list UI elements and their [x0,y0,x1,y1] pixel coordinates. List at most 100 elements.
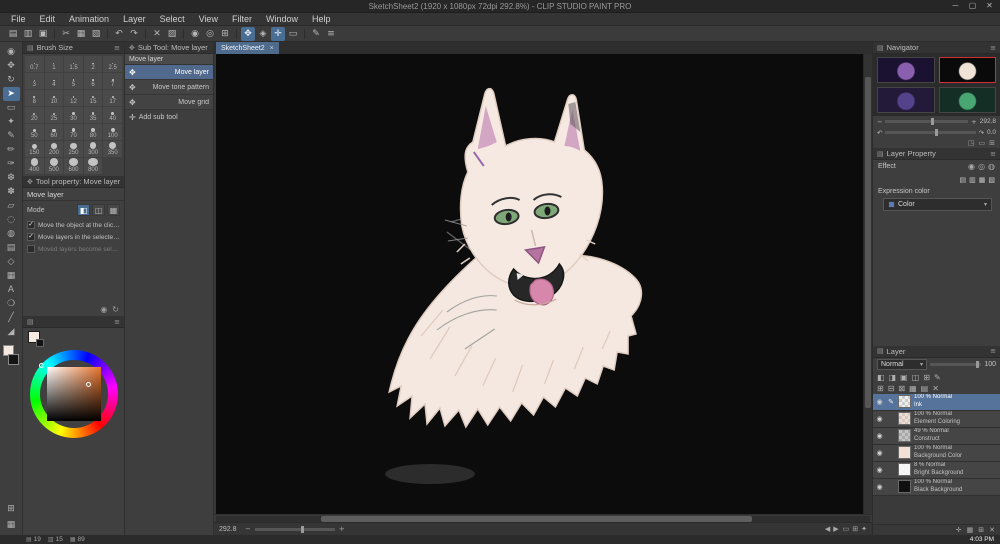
tool-rotate[interactable]: ↻ [3,73,20,87]
tool-figure[interactable]: ◇ [3,255,20,269]
layer-property-menu-icon[interactable]: ≡ [990,150,996,158]
brush-size-50[interactable]: 50 [25,124,44,140]
layer-icon-r1-5[interactable]: ⊞ [923,373,930,382]
horizontal-scrollbar[interactable] [214,514,872,522]
brush-size-1[interactable]: 1 [44,56,64,72]
visibility-eye-icon[interactable]: ◉ [875,415,884,423]
layer-thumbnail[interactable] [898,480,911,493]
snap-special-icon[interactable]: ✛ [271,26,285,41]
layer-row-element-coloring[interactable]: ◉ 100 % Normal Element Coloring [873,410,1000,428]
brush-size-25[interactable]: 25 [44,107,64,123]
brush-size-80[interactable]: 80 [83,124,103,140]
close-button[interactable]: ✕ [981,0,998,13]
canvas-nav-icon-1[interactable]: ◀ [825,525,830,533]
canvas-fit-icon-3[interactable]: ✦ [861,525,867,533]
mode-button-1[interactable]: ◧ [77,204,90,216]
fill-icon[interactable]: ▨ [165,27,179,41]
layer-footer-icon-4[interactable]: ✕ [989,526,995,534]
select-area-icon[interactable]: ▭ [286,27,300,41]
panel-toggle-icon[interactable]: ▦ [3,518,20,532]
navigator-header[interactable]: ▤ Navigator ≡ [873,42,1000,54]
layer-row-ink[interactable]: ◉ ✎ 100 % Normal Ink [873,393,1000,411]
brush-size-2[interactable]: 2 [83,56,103,72]
saturation-value-square[interactable] [47,367,101,421]
navigator-footer-icon-1[interactable]: ◳ [968,139,975,147]
color-wheel-menu-icon[interactable]: ≡ [114,318,120,326]
layer-icon-r2-1[interactable]: ⊞ [877,384,884,393]
canvas-fit-icon-2[interactable]: ⊞ [852,525,858,533]
navigator-menu-icon[interactable]: ≡ [990,44,996,52]
opacity-slider-knob[interactable] [976,361,980,368]
canvas-nav-icon-2[interactable]: ▶ [833,525,838,533]
visibility-eye-icon[interactable]: ◉ [875,483,884,491]
checkbox-row-moved-layers-become-selected[interactable]: Moved layers become selected [23,243,124,255]
menu-item-file[interactable]: File [4,13,33,26]
brush-size-6[interactable]: 6 [83,73,103,89]
tool-balloon[interactable]: ❍ [3,297,20,311]
effect-sub-icon-2[interactable]: ▥ [969,176,976,184]
nav-zoom-knob[interactable] [931,118,934,125]
copy-icon[interactable]: ▦ [74,27,88,41]
brush-size-4[interactable]: 4 [44,73,64,89]
brush-size-17[interactable]: 17 [103,90,122,106]
tool-operation[interactable]: ➤ [2,87,20,101]
brush-size-12[interactable]: 12 [64,90,83,106]
visibility-eye-icon[interactable]: ◉ [875,398,884,406]
visibility-eye-icon[interactable]: ◉ [875,466,884,474]
navigator-footer-icon-2[interactable]: ▭ [979,139,986,147]
layer-row-black-background[interactable]: ◉ 100 % Normal Black Background [873,478,1000,496]
brush-size-40[interactable]: 40 [103,107,122,123]
foreground-background-swatches[interactable] [3,345,19,365]
brush-size-800[interactable]: 800 [83,158,103,174]
tool-frame[interactable]: ▦ [3,269,20,283]
layer-icon-r2-3[interactable]: ⊠ [898,384,905,393]
subtool-item-move-layer[interactable]: ✥ Move layer [125,65,213,80]
zoom-slider-knob[interactable] [301,525,305,533]
brush-size-0-7[interactable]: 0.7 [25,56,44,72]
canvas-fit-icon-1[interactable]: ▭ [843,525,850,533]
nav-thumb-fox-sketch[interactable] [938,57,996,83]
save-icon[interactable]: ▣ [36,27,50,41]
visibility-eye-icon[interactable]: ◉ [875,449,884,457]
color-wheel-header[interactable]: ▤ ≡ [23,316,124,328]
vertical-scrollbar-thumb[interactable] [865,77,871,409]
layer-panel-menu-icon[interactable]: ≡ [990,347,996,355]
clear-icon[interactable]: ✕ [150,27,164,41]
visibility-eye-icon[interactable]: ◉ [875,432,884,440]
brush-size-70[interactable]: 70 [64,124,83,140]
zoom-out-icon[interactable]: ◎ [203,27,217,41]
brush-size-header[interactable]: ▤ Brush Size ≡ [23,42,124,54]
layer-thumbnail[interactable] [898,412,911,425]
subtool-item-move-tone-pattern[interactable]: ✥ Move tone pattern [125,80,213,95]
effect-sub-icon-1[interactable]: ▤ [960,176,967,184]
tool-eraser[interactable]: ▱ [3,199,20,213]
rotate-left-icon[interactable]: ↶ [877,129,882,137]
nav-thumb-green-figure[interactable] [938,87,996,113]
tool-airbrush[interactable]: ❆ [3,171,20,185]
checkbox-row-move-layers-in-the-selected-area[interactable]: ✓Move layers in the selected area [23,231,124,243]
checkbox[interactable]: ✓ [27,221,35,229]
expression-color-dropdown[interactable]: Color ▾ [883,198,992,211]
zoom-in-icon[interactable]: ◉ [188,27,202,41]
workspace-settings-icon[interactable]: ≡ [324,27,338,41]
tool-auto-select[interactable]: ✦ [3,115,20,129]
layer-icon-r1-1[interactable]: ◧ [877,373,885,382]
menu-item-view[interactable]: View [192,13,225,26]
nav-zoom-in-icon[interactable]: + [971,118,976,126]
brush-size-20[interactable]: 20 [25,107,44,123]
brush-size-600[interactable]: 600 [64,158,83,174]
layer-icon-r2-4[interactable]: ▦ [909,384,917,393]
brush-size-8[interactable]: 8 [25,90,44,106]
layer-icon-r2-5[interactable]: ▤ [921,384,929,393]
grid-icon[interactable]: ⊞ [218,27,232,41]
layer-icon-r1-2[interactable]: ◨ [889,373,897,382]
nav-thumb-dark-purple[interactable] [877,87,935,113]
snap-move-icon[interactable]: ✥ [241,26,255,41]
tool-ruler[interactable]: ◢ [3,325,20,339]
tool-pencil[interactable]: ✏ [3,143,20,157]
checkbox-row-move-the-object-at-the-clicked-poi[interactable]: ✓Move the object at the clicked poi [23,219,124,231]
nav-rotate-knob[interactable] [934,129,938,136]
tool-zoom[interactable]: ◉ [3,45,20,59]
layer-thumbnail[interactable] [898,463,911,476]
brush-size-150[interactable]: 150 [25,141,44,157]
